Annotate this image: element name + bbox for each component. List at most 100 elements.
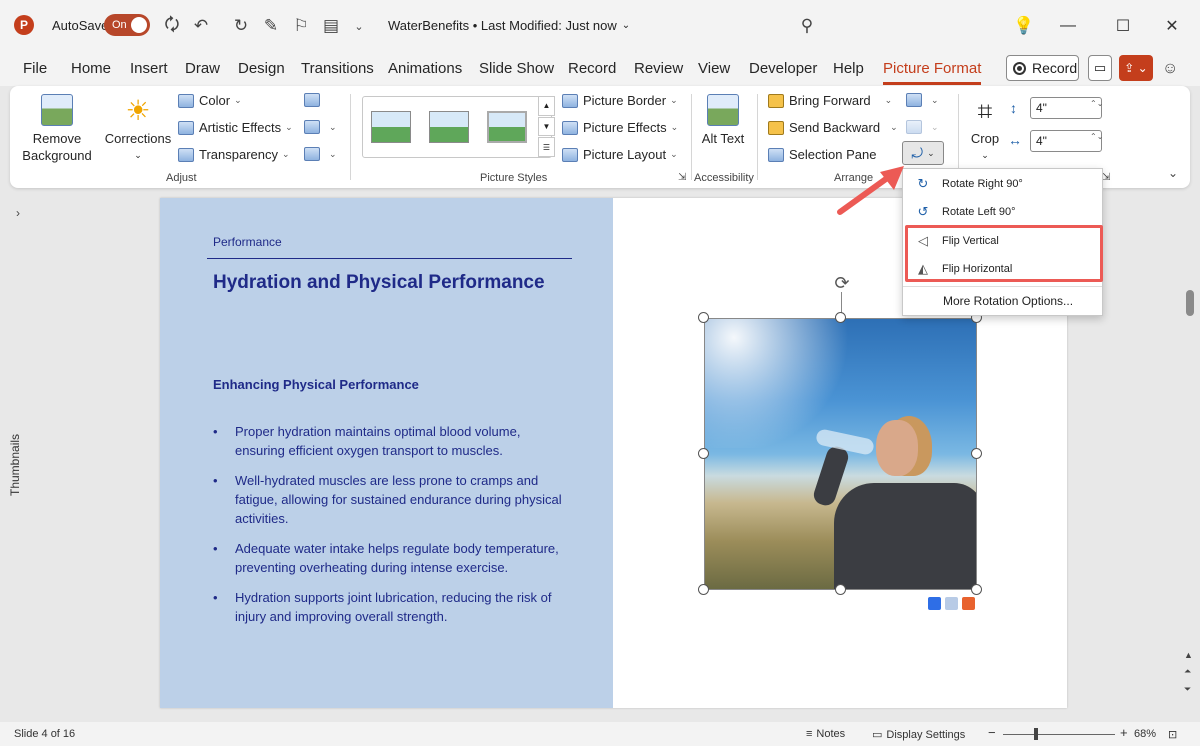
dialog-launcher-icon[interactable]: ⇲ <box>678 172 686 183</box>
notes-button[interactable]: ≡ Notes <box>806 728 845 740</box>
compress-pictures-button[interactable] <box>304 93 325 107</box>
artistic-effects-button[interactable]: Artistic Effects ⌄ <box>178 120 293 135</box>
resize-handle[interactable] <box>835 584 846 595</box>
group-button[interactable]: ⌄ <box>906 120 939 134</box>
picture-layout-button[interactable]: Picture Layout ⌄ <box>562 147 678 162</box>
vertical-scrollbar-thumb[interactable] <box>1186 290 1194 316</box>
tab-draw[interactable]: Draw <box>185 60 220 77</box>
width-icon: ↔ <box>1008 132 1022 148</box>
zoom-in-icon[interactable]: + <box>1120 725 1128 740</box>
chevron-down-icon: ⌄ <box>927 147 935 158</box>
size-dialog-launcher-icon[interactable]: ⇲ <box>1102 172 1110 183</box>
tab-review[interactable]: Review <box>634 60 683 77</box>
reset-picture-button[interactable]: ⌄ <box>304 147 337 161</box>
bring-forward-button[interactable]: Bring Forward ⌄ <box>768 93 892 108</box>
tab-insert[interactable]: Insert <box>130 60 168 77</box>
tab-design[interactable]: Design <box>238 60 285 77</box>
transparency-button[interactable]: Transparency ⌄ <box>178 147 290 162</box>
gallery-up-icon[interactable]: ▲ <box>538 96 555 116</box>
remove-background-icon <box>41 94 73 126</box>
undo-icon[interactable]: ↶ <box>190 15 212 37</box>
gallery-more-icon[interactable]: ☰ <box>538 137 555 158</box>
slide-subheading[interactable]: Enhancing Physical Performance <box>213 377 419 392</box>
minimize-icon[interactable]: — <box>1053 12 1083 40</box>
thumbnails-label[interactable]: Thumbnails <box>8 406 22 496</box>
style-thumbnail[interactable] <box>429 111 469 143</box>
next-slide-icon[interactable]: ⏷ <box>1184 684 1191 695</box>
align-button[interactable]: ⌄ <box>906 93 939 107</box>
flip-horizontal-item[interactable]: ◭ Flip Horizontal <box>904 255 1102 282</box>
color-button[interactable]: Color ⌄ <box>178 93 242 108</box>
change-picture-button[interactable]: ⌄ <box>304 120 337 134</box>
customize-icon[interactable]: ⌄ <box>348 15 370 37</box>
width-input[interactable]: 4" <box>1030 130 1102 152</box>
send-backward-button[interactable]: Send Backward ⌄ <box>768 120 898 135</box>
tab-record[interactable]: Record <box>568 60 616 77</box>
design-idea-swatch[interactable] <box>928 597 941 610</box>
flip-vertical-item[interactable]: ◁ Flip Vertical <box>904 227 1102 254</box>
zoom-slider[interactable] <box>1003 734 1115 735</box>
tab-animations[interactable]: Animations <box>388 60 462 77</box>
design-idea-swatch[interactable] <box>962 597 975 610</box>
resize-handle[interactable] <box>698 584 709 595</box>
document-title[interactable]: WaterBenefits • Last Modified: Just now ⌄ <box>388 18 630 33</box>
zoom-out-icon[interactable]: − <box>988 725 996 740</box>
chevron-right-icon[interactable]: › <box>16 206 20 220</box>
people-icon[interactable]: ☺ <box>1162 60 1178 78</box>
design-idea-swatch[interactable] <box>945 597 958 610</box>
zoom-level[interactable]: 68% <box>1134 728 1156 740</box>
style-thumbnail[interactable] <box>371 111 411 143</box>
resize-handle[interactable] <box>698 312 709 323</box>
tab-home[interactable]: Home <box>71 60 111 77</box>
lightbulb-icon[interactable]: 💡 <box>1013 15 1035 37</box>
resize-handle[interactable] <box>698 448 709 459</box>
picture-border-button[interactable]: Picture Border ⌄ <box>562 93 678 108</box>
previous-slide-icon[interactable]: ⏶ <box>1184 666 1191 677</box>
autosave-toggle[interactable]: On <box>104 14 150 36</box>
tab-file[interactable]: File <box>23 60 47 77</box>
tab-slide-show[interactable]: Slide Show <box>479 60 554 77</box>
fit-to-window-icon[interactable]: ⊡ <box>1168 728 1177 741</box>
more-rotation-options-item[interactable]: More Rotation Options... <box>904 287 1102 314</box>
maximize-icon[interactable]: ☐ <box>1108 12 1138 40</box>
start-icon[interactable]: ▤ <box>320 15 342 37</box>
resize-handle[interactable] <box>971 448 982 459</box>
slide-kicker[interactable]: Performance <box>213 235 282 249</box>
resize-handle[interactable] <box>835 312 846 323</box>
zoom-slider-thumb[interactable] <box>1034 728 1038 740</box>
height-input[interactable]: 4" <box>1030 97 1102 119</box>
tab-developer[interactable]: Developer <box>749 60 817 77</box>
style-thumbnail[interactable] <box>487 111 527 143</box>
comments-icon[interactable]: ▭ <box>1088 55 1112 81</box>
remove-background-button[interactable]: Remove Background <box>22 94 92 164</box>
thumbnails-pane: › Thumbnails <box>0 196 42 716</box>
redo-icon[interactable]: ↻ <box>230 15 252 37</box>
display-settings-button[interactable]: ▭ Display Settings <box>872 728 965 742</box>
search-icon[interactable]: ⚲ <box>796 15 818 37</box>
record-icon <box>1013 61 1026 75</box>
magic-icon[interactable]: ✎ <box>260 15 282 37</box>
scroll-up-icon[interactable]: ▲ <box>1184 650 1193 660</box>
tab-view[interactable]: View <box>698 60 730 77</box>
bullet-list[interactable]: Proper hydration maintains optimal blood… <box>213 422 573 637</box>
collapse-ribbon-icon[interactable]: ⌄ <box>1168 166 1178 180</box>
tab-help[interactable]: Help <box>833 60 864 77</box>
resize-handle[interactable] <box>971 584 982 595</box>
crop-button[interactable]: ⌗ Crop ⌄ <box>965 94 1005 164</box>
picture-effects-button[interactable]: Picture Effects ⌄ <box>562 120 678 135</box>
rotate-left-item[interactable]: ↺ Rotate Left 90° <box>904 198 1102 225</box>
flip-vertical-label: Flip Vertical <box>942 234 999 247</box>
alt-text-button[interactable]: Alt Text <box>700 94 746 147</box>
presentation-icon[interactable]: ⚐ <box>290 15 312 37</box>
rotate-right-item[interactable]: ↻ Rotate Right 90° <box>904 170 1102 197</box>
slide-title[interactable]: Hydration and Physical Performance <box>213 272 545 294</box>
rotation-handle-icon[interactable]: ⟳ <box>830 272 854 294</box>
gallery-down-icon[interactable]: ▼ <box>538 116 555 137</box>
tab-transitions[interactable]: Transitions <box>301 60 374 77</box>
close-icon[interactable]: ✕ <box>1157 12 1187 40</box>
record-button[interactable]: Record <box>1006 55 1079 81</box>
tab-picture-format[interactable]: Picture Format <box>883 60 982 85</box>
save-icon[interactable]: 🗘 <box>161 15 183 37</box>
corrections-button[interactable]: ☀ Corrections ⌄ <box>104 94 172 164</box>
share-button[interactable]: ⇪ ⌄ <box>1119 55 1153 81</box>
